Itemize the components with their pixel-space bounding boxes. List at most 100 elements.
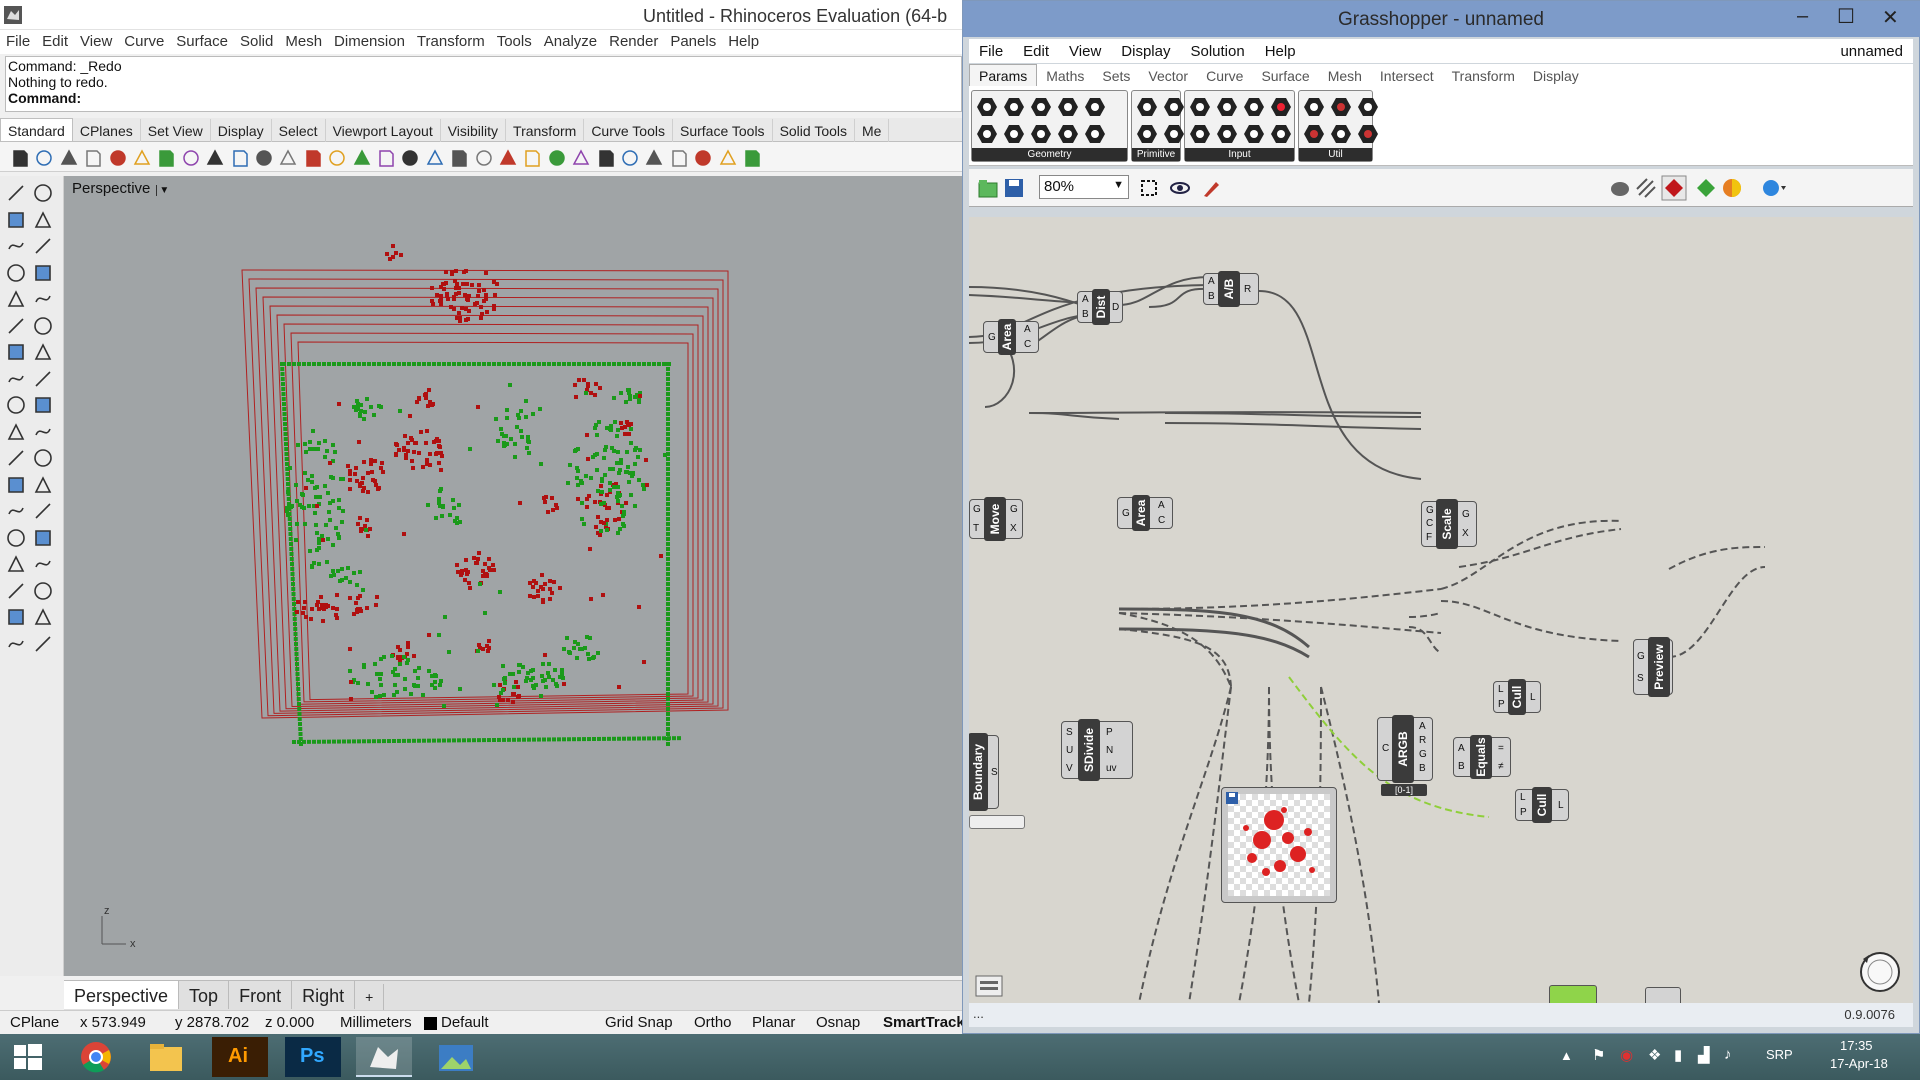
status-grid-snap[interactable]: Grid Snap [605,1014,673,1031]
rhino-menu-edit[interactable]: Edit [36,30,74,53]
input-l[interactable]: L [1520,793,1526,803]
left-tool-icon[interactable] [5,633,27,655]
left-tool-icon[interactable] [5,262,27,284]
save-file-icon[interactable] [1003,177,1025,199]
toolbar-tool-icon[interactable] [83,148,103,168]
grasshopper-title-bar[interactable]: Grasshopper - unnamed – ☐ ✕ [963,1,1920,37]
document-preview-icon[interactable] [1721,177,1743,199]
ribbon-component-icon[interactable] [1356,95,1380,119]
output-a[interactable]: A [1158,501,1165,511]
output-s[interactable]: S [991,768,998,778]
gh-tab-transform[interactable]: Transform [1443,65,1524,87]
status-ortho[interactable]: Ortho [694,1014,732,1031]
input-b[interactable]: B [1082,310,1089,320]
rhino-menu-view[interactable]: View [74,30,118,53]
toolbar-tool-icon[interactable] [522,148,542,168]
file-explorer-icon[interactable] [138,1037,194,1077]
toolbar-tool-icon[interactable] [156,148,176,168]
gh-menu-solution[interactable]: Solution [1180,39,1254,64]
left-tool-icon[interactable] [5,421,27,443]
tab-viewport-layout[interactable]: Viewport Layout [326,119,441,142]
left-tool-icon[interactable] [32,341,54,363]
left-tool-icon[interactable] [32,633,54,655]
toolbar-tool-icon[interactable] [498,148,518,168]
tab-display[interactable]: Display [211,119,272,142]
left-tool-icon[interactable] [5,474,27,496]
open-file-icon[interactable] [977,177,999,199]
toolbar-tool-icon[interactable] [303,148,323,168]
illustrator-icon[interactable]: Ai [212,1037,268,1077]
rhino-menu-analyze[interactable]: Analyze [538,30,603,53]
gh-tab-mesh[interactable]: Mesh [1319,65,1371,87]
ribbon-component-icon[interactable] [1215,122,1239,146]
toolbar-tool-icon[interactable] [352,148,372,168]
left-tool-icon[interactable] [32,315,54,337]
ribbon-group-label[interactable]: Util [1299,148,1372,161]
tab-visibility[interactable]: Visibility [441,119,507,142]
ribbon-group-label[interactable]: Geometry [972,148,1127,161]
rhino-menu-solid[interactable]: Solid [234,30,279,53]
area-component[interactable]: G Area A C [1117,495,1173,531]
toolbar-tool-icon[interactable] [400,148,420,168]
output-n[interactable]: N [1106,746,1113,756]
tab-surface-tools[interactable]: Surface Tools [673,119,773,142]
left-tool-icon[interactable] [32,394,54,416]
tab-cplanes[interactable]: CPlanes [73,119,141,142]
toolbar-tool-icon[interactable] [669,148,689,168]
chrome-icon[interactable] [68,1037,124,1077]
output-r[interactable]: R [1244,285,1251,295]
ribbon-component-icon[interactable] [1188,122,1212,146]
clock-date[interactable]: 17-Apr-18 [1830,1056,1888,1071]
ribbon-component-icon[interactable] [1188,95,1212,119]
tab-select[interactable]: Select [272,119,326,142]
perspective-viewport[interactable]: Perspective ▼ z x [64,176,962,976]
volume-icon[interactable]: ♪ [1724,1046,1732,1063]
input-v[interactable]: V [1066,764,1073,774]
display-options-icon[interactable] [1761,177,1787,199]
ribbon-component-icon[interactable] [1356,122,1380,146]
ribbon-group-label[interactable]: Input [1185,148,1294,161]
input-f[interactable]: F [1426,533,1432,543]
dropbox-icon[interactable]: ❖ [1648,1046,1661,1064]
toolbar-tool-icon[interactable] [132,148,152,168]
navigation-compass-icon[interactable] [1857,949,1903,995]
toolbar-tool-icon[interactable] [376,148,396,168]
move-component[interactable]: G T Move G X [969,497,1023,541]
equality-component[interactable]: A B Equals = ≠ [1453,735,1511,779]
input-g[interactable]: G [1637,652,1645,662]
left-tool-icon[interactable] [5,341,27,363]
language-indicator[interactable]: SRP [1766,1047,1793,1062]
division-component[interactable]: A B A/B R [1203,271,1259,307]
input-g[interactable]: G [1426,506,1434,516]
command-prompt[interactable]: Command: [8,90,959,106]
left-tool-icon[interactable] [5,209,27,231]
rhino-menu-mesh[interactable]: Mesh [279,30,328,53]
flag-icon[interactable]: ⚑ [1592,1046,1605,1064]
toolbar-tool-icon[interactable] [620,148,640,168]
ribbon-component-icon[interactable] [1242,122,1266,146]
rhino-menu-tools[interactable]: Tools [491,30,538,53]
toolbar-tool-icon[interactable] [278,148,298,168]
save-image-icon[interactable] [1226,792,1238,804]
output-a[interactable]: A [1419,722,1426,732]
output-l[interactable]: L [1558,801,1564,811]
toolbar-tool-icon[interactable] [181,148,201,168]
selected-preview-icon[interactable] [1695,177,1717,199]
gh-tab-maths[interactable]: Maths [1037,65,1093,87]
left-tool-icon[interactable] [32,527,54,549]
ribbon-component-icon[interactable] [1162,95,1186,119]
photoshop-icon[interactable]: Ps [285,1037,341,1077]
output-g[interactable]: G [1419,750,1427,760]
left-tool-icon[interactable] [32,474,54,496]
network-icon[interactable]: ▟ [1698,1046,1710,1064]
left-tool-icon[interactable] [32,580,54,602]
boundary-surfaces-component[interactable]: Boundary S [969,733,999,811]
toolbar-tool-icon[interactable] [571,148,591,168]
left-tool-icon[interactable] [5,394,27,416]
left-tool-icon[interactable] [5,500,27,522]
rhino-menu-file[interactable]: File [0,30,36,53]
grasshopper-canvas[interactable]: G Area A C A B Dist D A B A/B R G T Move… [969,217,1913,1003]
toolbar-tool-icon[interactable] [547,148,567,168]
viewport-tab-top[interactable]: Top [179,981,230,1009]
left-tool-icon[interactable] [32,500,54,522]
